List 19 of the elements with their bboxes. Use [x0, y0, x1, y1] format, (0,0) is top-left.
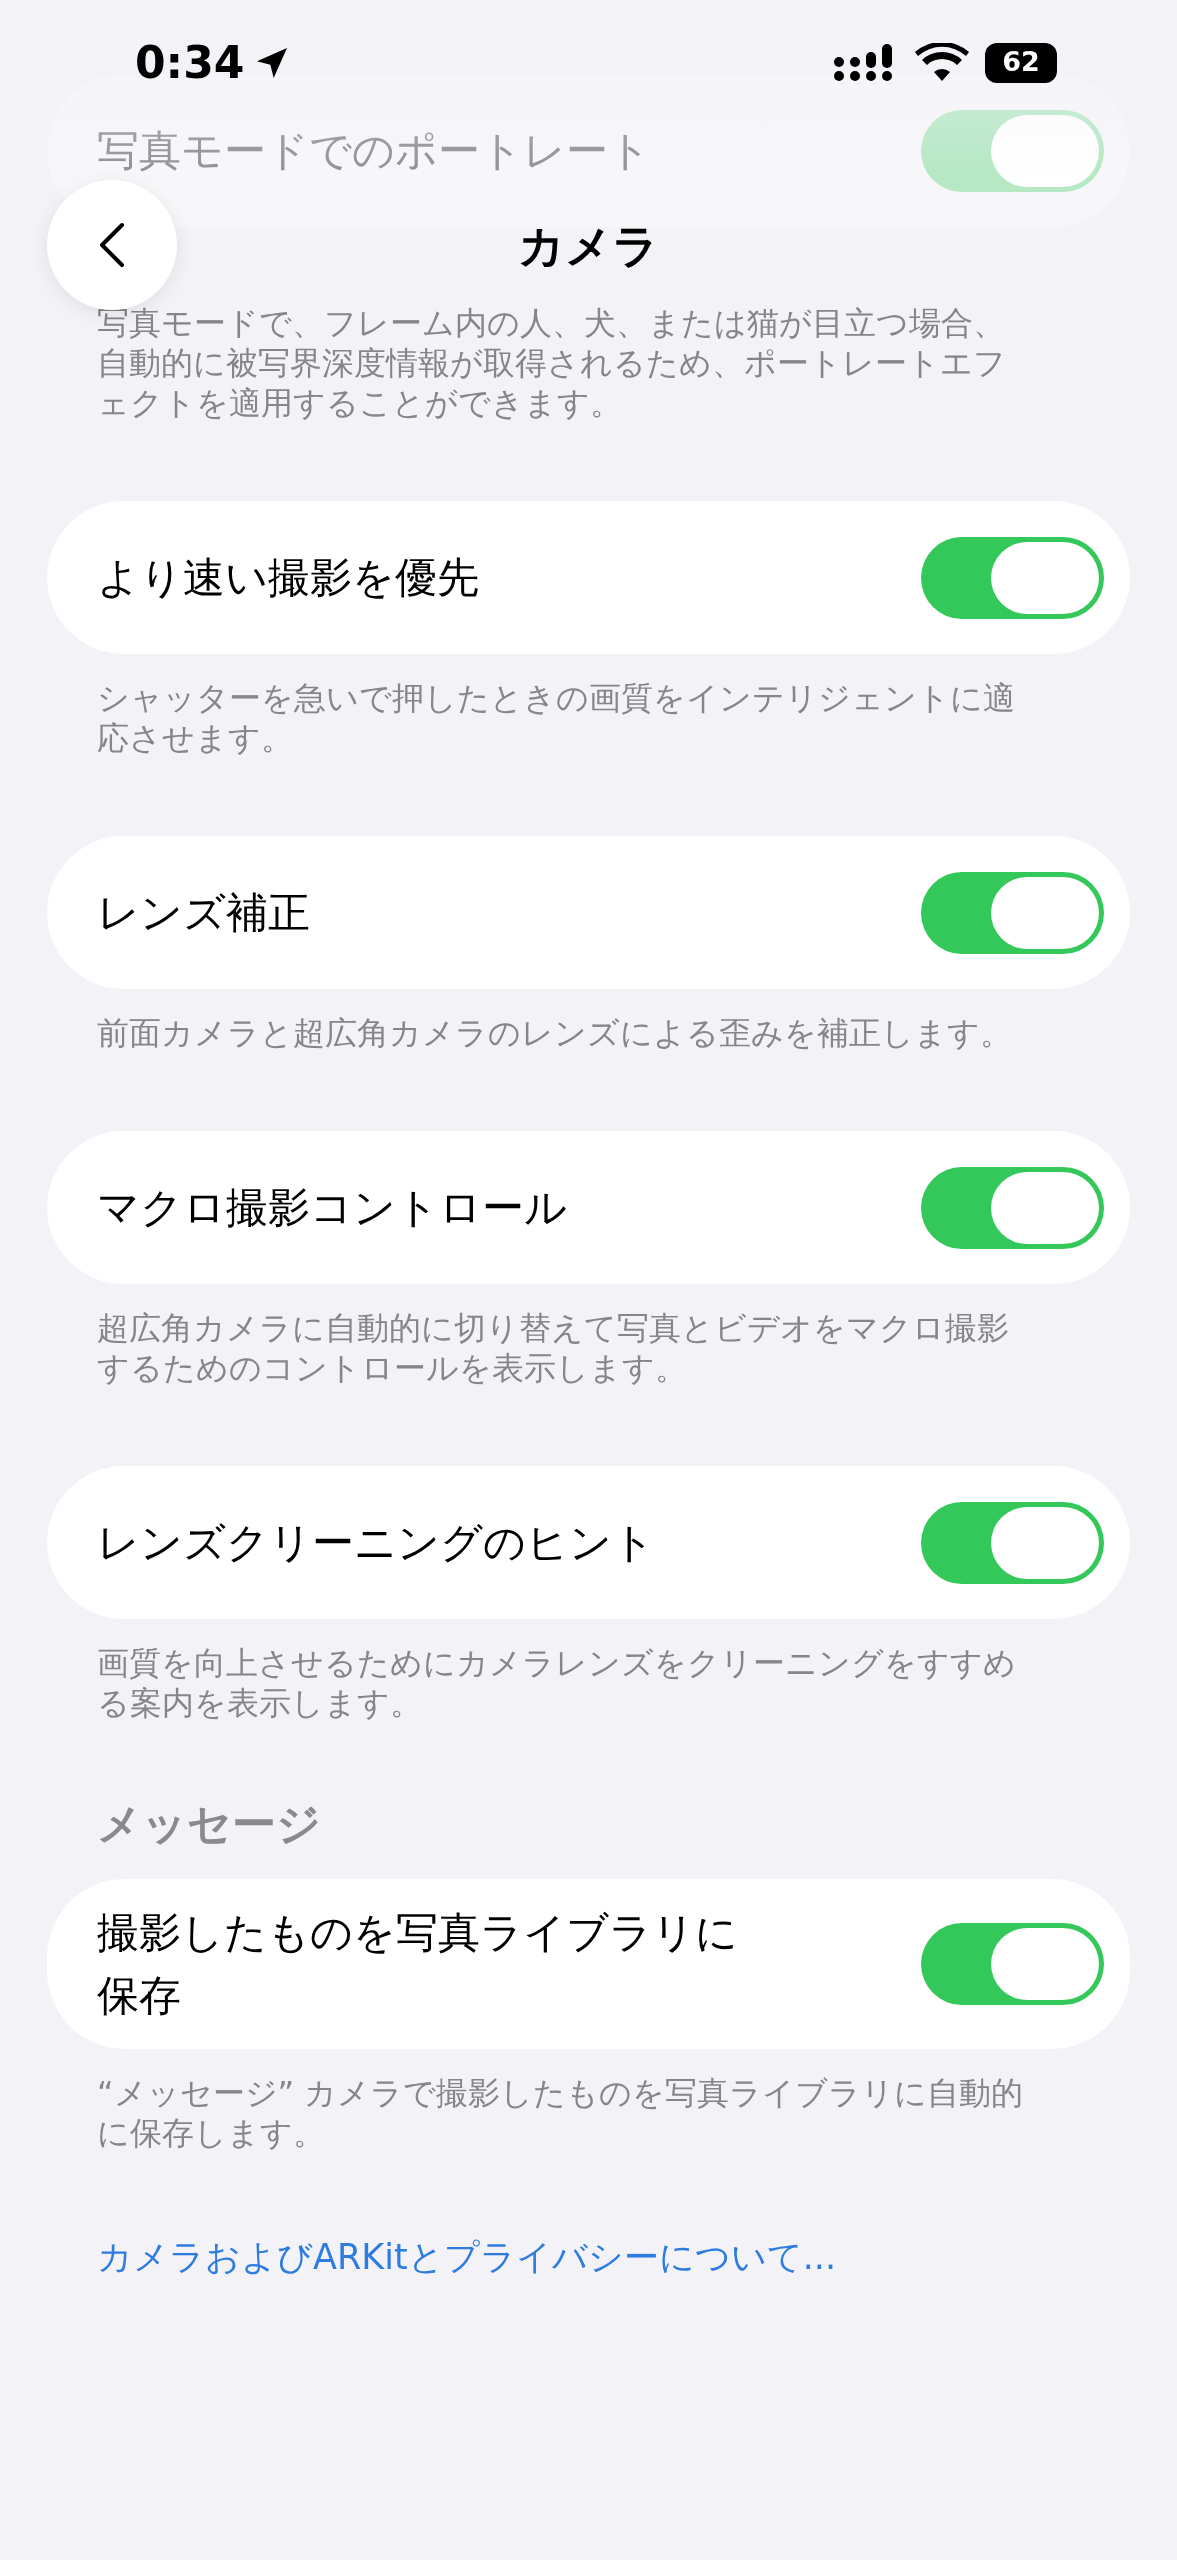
privacy-link[interactable]: カメラおよびARKitとプライバシーについて...	[97, 2237, 837, 2277]
page-title: カメラ	[518, 219, 659, 273]
row-description: 画質を向上させるためにカメラレンズをクリーニングをすすめる案内を表示します。	[97, 1643, 1017, 1723]
chevron-left-icon	[98, 221, 126, 269]
battery-level: 62	[985, 42, 1057, 83]
row-label: レンズ補正	[97, 887, 310, 939]
row-description: 写真モードで、フレーム内の人、犬、または猫が目立つ場合、自動的に被写界深度情報が取得されるため、ポートレートエフェクトを適用することができます。	[97, 303, 1007, 423]
row-label: 撮影したものを写真ライブラリに保存	[97, 1907, 739, 2022]
status-time: 0:34	[135, 35, 245, 90]
section-header: メッセージ	[97, 1797, 322, 1851]
row-description: “メッセージ” カメラで撮影したものを写真ライブラリに自動的に保存します。	[97, 2073, 1025, 2153]
row-label: 写真モードでのポートレート	[97, 125, 651, 177]
row-description: 超広角カメラに自動的に切り替えて写真とビデオをマクロ撮影するためのコントロールを表示します。	[97, 1308, 1010, 1388]
row-description: シャッターを急いで押したときの画質をインテリジェントに適応させます。	[97, 678, 1016, 758]
row-label: マクロ撮影コントロール	[97, 1182, 567, 1234]
wifi-icon	[915, 42, 969, 83]
row-label: レンズクリーニングのヒント	[97, 1517, 655, 1569]
row-description: 前面カメラと超広角カメラのレンズによる歪みを補正します。	[97, 1013, 1013, 1053]
row-label: より速い撮影を優先	[97, 552, 479, 604]
